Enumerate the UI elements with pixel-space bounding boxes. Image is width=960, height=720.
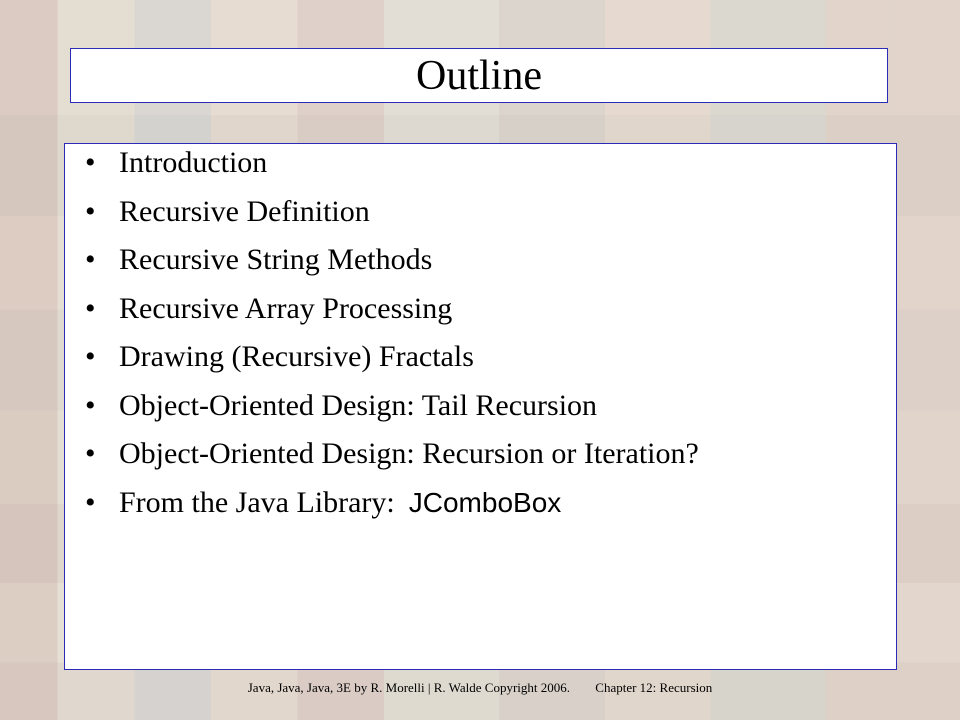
outline-list: • Introduction • Recursive Definition • …: [85, 146, 699, 534]
slide-title: Outline: [416, 52, 542, 99]
outline-item-label: Drawing (Recursive) Fractals: [119, 340, 474, 373]
bullet-icon: •: [85, 485, 96, 519]
outline-item: • Recursive Definition: [85, 195, 699, 244]
slide-content-box: • Introduction • Recursive Definition • …: [64, 143, 897, 670]
bullet-icon: •: [85, 291, 96, 325]
bullet-icon: •: [85, 243, 96, 276]
class-name-code: JComboBox: [408, 486, 562, 518]
outline-item: • Introduction: [85, 146, 699, 195]
bullet-icon: •: [85, 194, 96, 228]
footer-credit: Java, Java, Java, 3E by R. Morelli | R. …: [247, 680, 571, 695]
outline-item: • Object-Oriented Design: Recursion or I…: [85, 437, 699, 486]
outline-item-label: Recursive Array Processing: [119, 291, 453, 325]
bullet-icon: •: [85, 437, 96, 470]
outline-item-label: Introduction: [119, 146, 268, 179]
outline-item-label: Recursive Definition: [119, 194, 370, 228]
outline-item-label: Object-Oriented Design: Tail Recursion: [119, 388, 598, 422]
outline-item: • From the Java Library: JComboBox: [85, 486, 699, 535]
outline-item-label: Object-Oriented Design: Recursion or Ite…: [119, 437, 699, 470]
outline-item: • Object-Oriented Design: Tail Recursion: [85, 389, 699, 438]
outline-item-label: Recursive String Methods: [119, 243, 433, 276]
footer-chapter: Chapter 12: Recursion: [595, 680, 713, 695]
outline-item: • Recursive String Methods: [85, 243, 699, 292]
bullet-icon: •: [85, 388, 96, 422]
bullet-icon: •: [85, 340, 96, 373]
outline-item: • Recursive Array Processing: [85, 292, 699, 341]
outline-item-label: From the Java Library:: [119, 485, 395, 519]
bullet-icon: •: [85, 146, 96, 179]
slide-footer: Java, Java, Java, 3E by R. Morelli | R. …: [0, 680, 960, 696]
outline-item: • Drawing (Recursive) Fractals: [85, 340, 699, 389]
slide-title-box: Outline: [70, 48, 888, 103]
